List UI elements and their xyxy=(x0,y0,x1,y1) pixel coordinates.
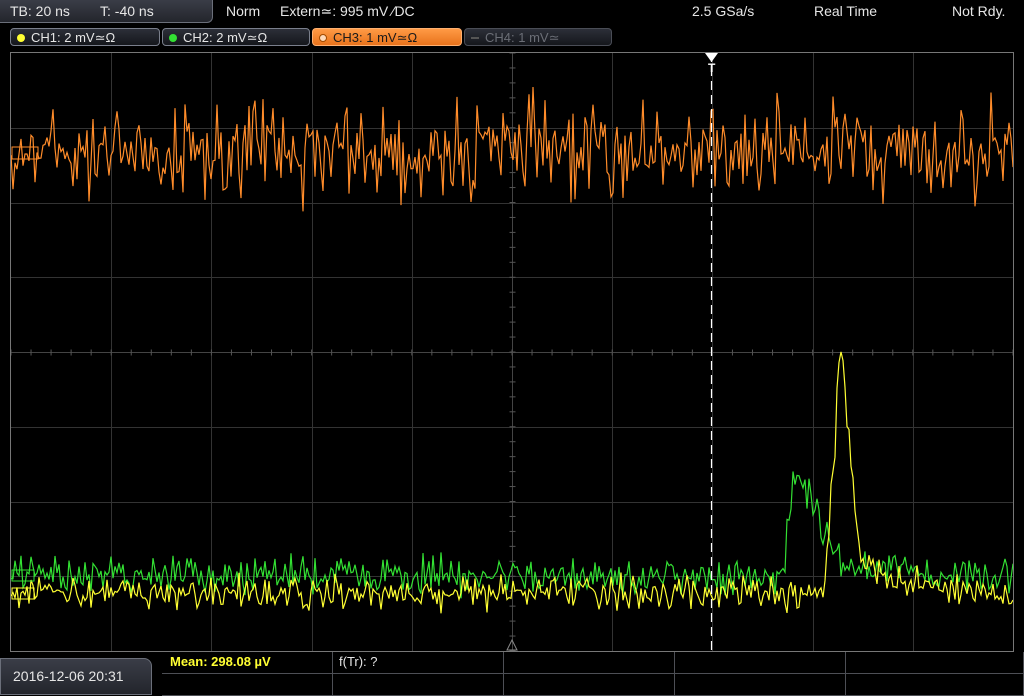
measurement-panel: Mean: 298.08 µV f(Tr): ? xyxy=(162,652,1024,696)
measurement-frequency: f(Tr): ? xyxy=(339,654,378,669)
channel-2-dot-icon xyxy=(169,34,177,42)
channel-1-button[interactable]: CH1: 2 mV≃Ω xyxy=(10,28,160,46)
measurement-cell-5[interactable] xyxy=(846,652,1024,674)
measurement-mean: Mean: 298.08 µV xyxy=(170,654,271,669)
measurement-cell-9[interactable] xyxy=(675,674,846,696)
channel-2-label: CH2: 2 mV≃Ω xyxy=(183,30,268,45)
channel-bar: CH1: 2 mV≃Ω CH2: 2 mV≃Ω CH3: 1 mV≃Ω CH4:… xyxy=(0,26,1024,48)
graticule xyxy=(11,53,1013,651)
channel-4-button[interactable]: CH4: 1 mV≃ xyxy=(464,28,612,46)
waveform-canvas xyxy=(11,53,1013,651)
measurement-cell-8[interactable] xyxy=(504,674,675,696)
status-label: Not Rdy. xyxy=(952,3,1006,19)
timebase-label[interactable]: TB: 20 ns xyxy=(10,0,70,22)
acquisition-mode-label[interactable]: Real Time xyxy=(814,0,877,22)
channel-4-label: CH4: 1 mV≃ xyxy=(485,30,560,45)
sample-rate-label[interactable]: 2.5 GSa/s xyxy=(692,0,754,22)
measurement-cell-3[interactable] xyxy=(504,652,675,674)
measurement-cell-7[interactable] xyxy=(333,674,504,696)
trigger-time-label[interactable]: T: -40 ns xyxy=(100,0,154,22)
measurement-cell-6[interactable] xyxy=(162,674,333,696)
channel-3-button[interactable]: CH3: 1 mV≃Ω xyxy=(312,28,462,46)
trigger-mode-label[interactable]: Norm xyxy=(226,0,260,22)
channel-2-button[interactable]: CH2: 2 mV≃Ω xyxy=(162,28,310,46)
channel-3-dot-icon xyxy=(319,34,327,42)
channel-3-label: CH3: 1 mV≃Ω xyxy=(333,30,418,45)
bottom-bar: 2016-12-06 20:31 Mean: 298.08 µV f(Tr): … xyxy=(0,652,1024,696)
trigger-source-label[interactable]: Extern≃: 995 mV ∕DC xyxy=(280,0,415,22)
waveform-display[interactable]: T xyxy=(10,52,1014,652)
channel-4-dot-icon xyxy=(471,37,479,39)
datetime-label: 2016-12-06 20:31 xyxy=(13,668,124,684)
trigger-marker-label[interactable]: T xyxy=(708,61,715,75)
measurement-cell-2[interactable]: f(Tr): ? xyxy=(333,652,504,674)
datetime-panel: 2016-12-06 20:31 xyxy=(0,658,152,695)
channel-1-dot-icon xyxy=(17,34,25,42)
measurement-cell-4[interactable] xyxy=(675,652,846,674)
measurement-cell-1[interactable]: Mean: 298.08 µV xyxy=(162,652,333,674)
top-status-bar: TB: 20 ns T: -40 ns Norm Extern≃: 995 mV… xyxy=(0,0,1024,26)
measurement-cell-10[interactable] xyxy=(846,674,1024,696)
channel-1-label: CH1: 2 mV≃Ω xyxy=(31,30,116,45)
